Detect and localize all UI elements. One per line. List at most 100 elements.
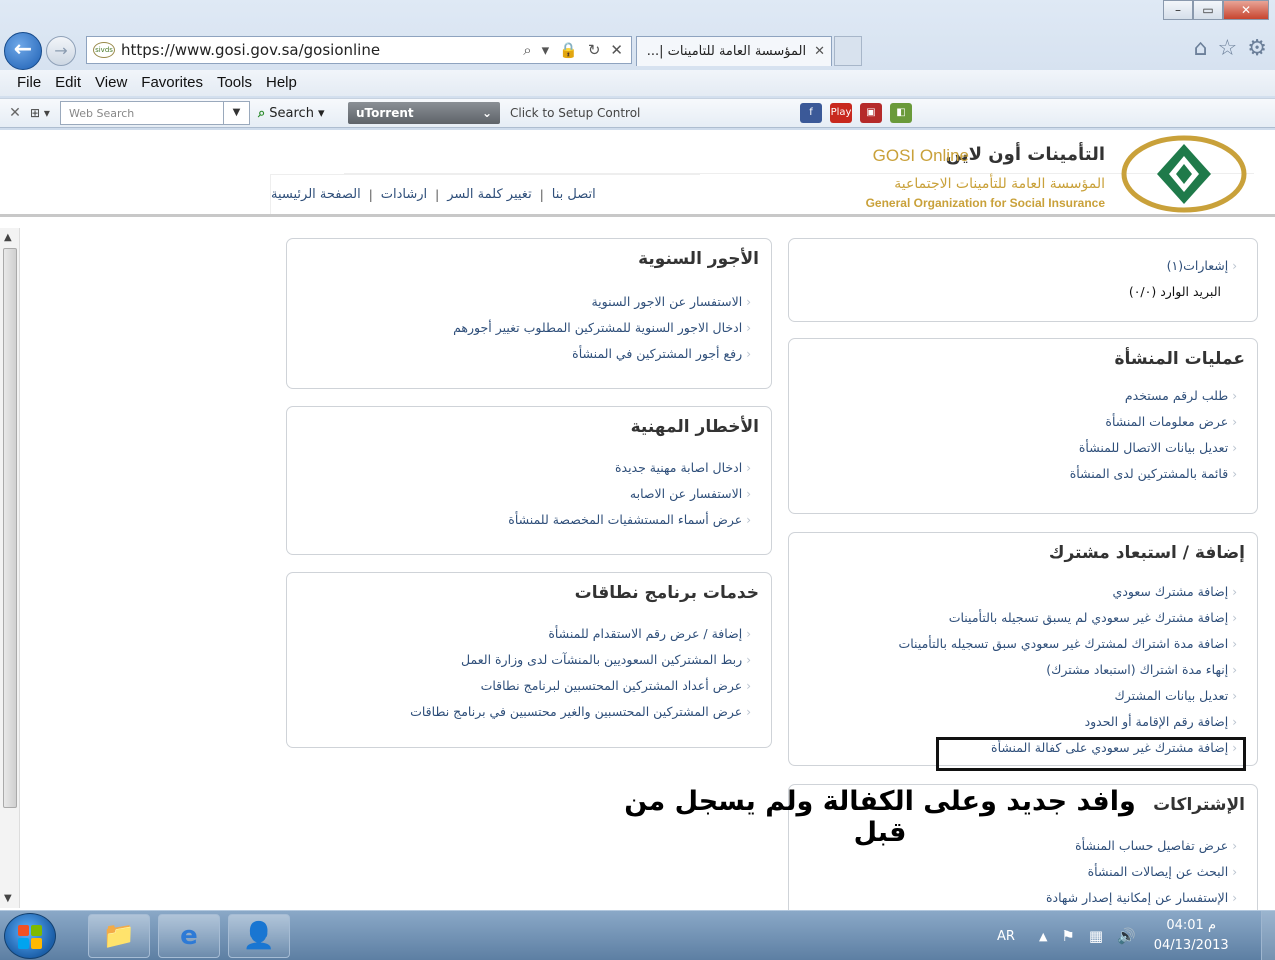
link-new-injury[interactable]: ‹ ادخال اصابة مهنية جديدة: [287, 455, 751, 481]
menu-file[interactable]: File: [10, 70, 48, 96]
chevron-icon: ‹: [746, 513, 751, 527]
notifications-link[interactable]: ‹ إشعارات(١): [789, 253, 1237, 279]
maximize-button[interactable]: ▭: [1193, 0, 1223, 20]
lock-icon[interactable]: 🔒: [559, 41, 578, 59]
close-window-button[interactable]: ✕: [1223, 0, 1269, 20]
link-search-receipts[interactable]: ‹ البحث عن إيصالات المنشأة: [789, 859, 1237, 885]
link-add-non-saudi-new[interactable]: ‹ إضافة مشترك غير سعودي لم يسبق تسجيله با…: [789, 605, 1237, 631]
utorrent-dropdown-icon[interactable]: ⌄: [482, 106, 492, 120]
link-subscribers-list[interactable]: ‹ قائمة بالمشتركين لدى المنشأة: [789, 461, 1237, 487]
link-add-saudi[interactable]: ‹ إضافة مشترك سعودي: [789, 579, 1237, 605]
establishment-panel: عمليات المنشأة ‹ طلب لرقم مستخدم ‹ عرض معل…: [788, 338, 1258, 514]
chevron-icon: ‹: [1232, 415, 1237, 429]
search-dropdown-icon[interactable]: ▾: [318, 106, 325, 121]
language-indicator[interactable]: AR: [997, 929, 1015, 944]
start-button[interactable]: [4, 913, 56, 959]
chevron-icon: ‹: [1232, 839, 1237, 853]
network-icon[interactable]: ▦: [1089, 927, 1103, 945]
link-certificate-inquiry[interactable]: ‹ الإستفسار عن إمكانية إصدار شهادة: [789, 885, 1237, 910]
stop-icon[interactable]: ✕: [610, 41, 623, 59]
link-end-subscription[interactable]: ‹ إنهاء مدة اشتراك (استبعاد مشترك): [789, 657, 1237, 683]
chevron-icon: ‹: [746, 705, 751, 719]
annual-wages-title: الأجور السنوية: [638, 249, 759, 269]
link-edit-subscriber[interactable]: ‹ تعديل بيانات المشترك: [789, 683, 1237, 709]
dropdown-icon[interactable]: ▾: [542, 41, 550, 59]
nav-guidance[interactable]: ارشادات: [381, 187, 427, 202]
link-wages-inquiry[interactable]: ‹ الاستفسار عن الاجور السنوية: [287, 289, 751, 315]
tab-close-icon[interactable]: ✕: [814, 44, 825, 59]
toolbar-add-icon[interactable]: ⊞ ▾: [30, 106, 60, 120]
link-view-establishment-info[interactable]: ‹ عرض معلومات المنشأة: [789, 409, 1237, 435]
link-request-user-number[interactable]: ‹ طلب لرقم مستخدم: [789, 383, 1237, 409]
highlight-box: [936, 737, 1246, 771]
setup-control-link[interactable]: Click to Setup Control: [510, 106, 790, 120]
nav-change-password[interactable]: تغيير كلمة السر: [447, 187, 532, 202]
menu-tools[interactable]: Tools: [210, 70, 259, 96]
nav-contact[interactable]: اتصل بنا: [552, 187, 596, 202]
link-injury-inquiry[interactable]: ‹ الاستفسار عن الاصابه: [287, 481, 751, 507]
notifications-panel: ‹ إشعارات(١) البريد الوارد (٠/٠): [788, 238, 1258, 322]
windows-logo-icon: [18, 925, 42, 949]
show-desktop-button[interactable]: [1261, 911, 1275, 960]
nav-home[interactable]: الصفحة الرئيسية: [271, 187, 361, 202]
menu-edit[interactable]: Edit: [48, 70, 88, 96]
link-raise-wages[interactable]: ‹ رفع أجور المشتركين في المنشأة: [287, 341, 751, 367]
volume-icon[interactable]: 🔊: [1117, 927, 1136, 945]
occupational-hazards-panel: الأخطار المهنية ‹ ادخال اصابة مهنية جديدة…: [286, 406, 772, 555]
search-icon: ⌕: [258, 105, 266, 121]
chevron-icon: ‹: [1232, 585, 1237, 599]
tab-gosi[interactable]: المؤسسة العامة للتأمينات |... ✕: [636, 36, 832, 66]
menu-help[interactable]: Help: [259, 70, 304, 96]
back-button[interactable]: ←: [4, 32, 42, 70]
shopping-icon[interactable]: ◧: [890, 103, 912, 123]
minimize-button[interactable]: –: [1163, 0, 1193, 20]
taskbar-app[interactable]: 👤: [228, 914, 290, 958]
chevron-icon: ‹: [1232, 467, 1237, 481]
favorites-star-icon[interactable]: ☆: [1218, 36, 1238, 61]
occupational-title: الأخطار المهنية: [630, 417, 759, 437]
scroll-up-icon[interactable]: ▲: [4, 232, 12, 243]
home-icon[interactable]: ⌂: [1194, 36, 1208, 61]
facebook-icon[interactable]: f: [800, 103, 822, 123]
person-icon: 👤: [242, 921, 276, 951]
link-hospitals-list[interactable]: ‹ عرض أسماء المستشفيات المخصصة للمنشأة: [287, 507, 751, 533]
taskbar-explorer[interactable]: 📁: [88, 914, 150, 958]
link-link-saudi-subscribers[interactable]: ‹ ربط المشتركين السعوديين بالمنشآت لدى وز…: [287, 647, 751, 673]
chevron-icon: ‹: [746, 321, 751, 335]
link-add-iqama[interactable]: ‹ إضافة رقم الإقامة أو الحدود: [789, 709, 1237, 735]
gosi-logo: التأمينات أون لاين GOSI Online المؤسسة ا…: [859, 134, 1259, 214]
action-center-icon[interactable]: ⚑: [1061, 927, 1074, 945]
scroll-thumb[interactable]: [3, 248, 17, 808]
chevron-icon: ‹: [1232, 611, 1237, 625]
browser-chrome: – ▭ ✕ ← → sivds https://www.gosi.gov.sa/…: [0, 0, 1275, 130]
play-icon[interactable]: Play: [830, 103, 852, 123]
nav-separator: |: [435, 187, 440, 202]
tray-expand-icon[interactable]: ▲: [1039, 930, 1047, 943]
link-edit-contact-info[interactable]: ‹ تعديل بيانات الاتصال للمنشأة: [789, 435, 1237, 461]
scroll-down-icon[interactable]: ▼: [4, 893, 12, 904]
toolbar-close-icon[interactable]: ✕: [0, 105, 30, 121]
search-button[interactable]: ⌕ Search ▾: [258, 106, 348, 121]
link-counted-uncounted[interactable]: ‹ عرض المشتركين المحتسبين والغير محتسبين …: [287, 699, 751, 725]
link-counted-subscribers[interactable]: ‹ عرض أعداد المشتركين المحتسبين لبرنامج ن…: [287, 673, 751, 699]
menu-view[interactable]: View: [88, 70, 134, 96]
new-tab-button[interactable]: [834, 36, 862, 66]
gift-icon[interactable]: ▣: [860, 103, 882, 123]
settings-gear-icon[interactable]: ⚙: [1247, 36, 1267, 61]
web-search-input[interactable]: Web Search ▼: [60, 101, 250, 125]
url-text[interactable]: https://www.gosi.gov.sa/gosionline: [121, 41, 523, 59]
web-search-dropdown-icon[interactable]: ▼: [223, 102, 249, 124]
chevron-icon: ‹: [1232, 441, 1237, 455]
link-add-period-non-saudi[interactable]: ‹ اضافة مدة اشتراك لمشترك غير سعودي سبق ت…: [789, 631, 1237, 657]
link-enter-annual-wages[interactable]: ‹ ادخال الاجور السنوية للمشتركين المطلوب …: [287, 315, 751, 341]
address-bar[interactable]: sivds https://www.gosi.gov.sa/gosionline…: [86, 36, 632, 64]
menu-favorites[interactable]: Favorites: [134, 70, 210, 96]
link-recruitment-number[interactable]: ‹ إضافة / عرض رقم الاستقدام للمنشأة: [287, 621, 751, 647]
utorrent-button[interactable]: uTorrent ⌄: [348, 102, 500, 124]
search-icon[interactable]: ⌕: [523, 41, 531, 59]
clock[interactable]: 04:01 م 04/13/2013: [1154, 916, 1229, 956]
refresh-icon[interactable]: ↻: [588, 41, 601, 59]
taskbar-internet-explorer[interactable]: e: [158, 914, 220, 958]
vertical-scrollbar[interactable]: ▲ ▼: [0, 228, 20, 908]
forward-button[interactable]: →: [46, 36, 76, 66]
